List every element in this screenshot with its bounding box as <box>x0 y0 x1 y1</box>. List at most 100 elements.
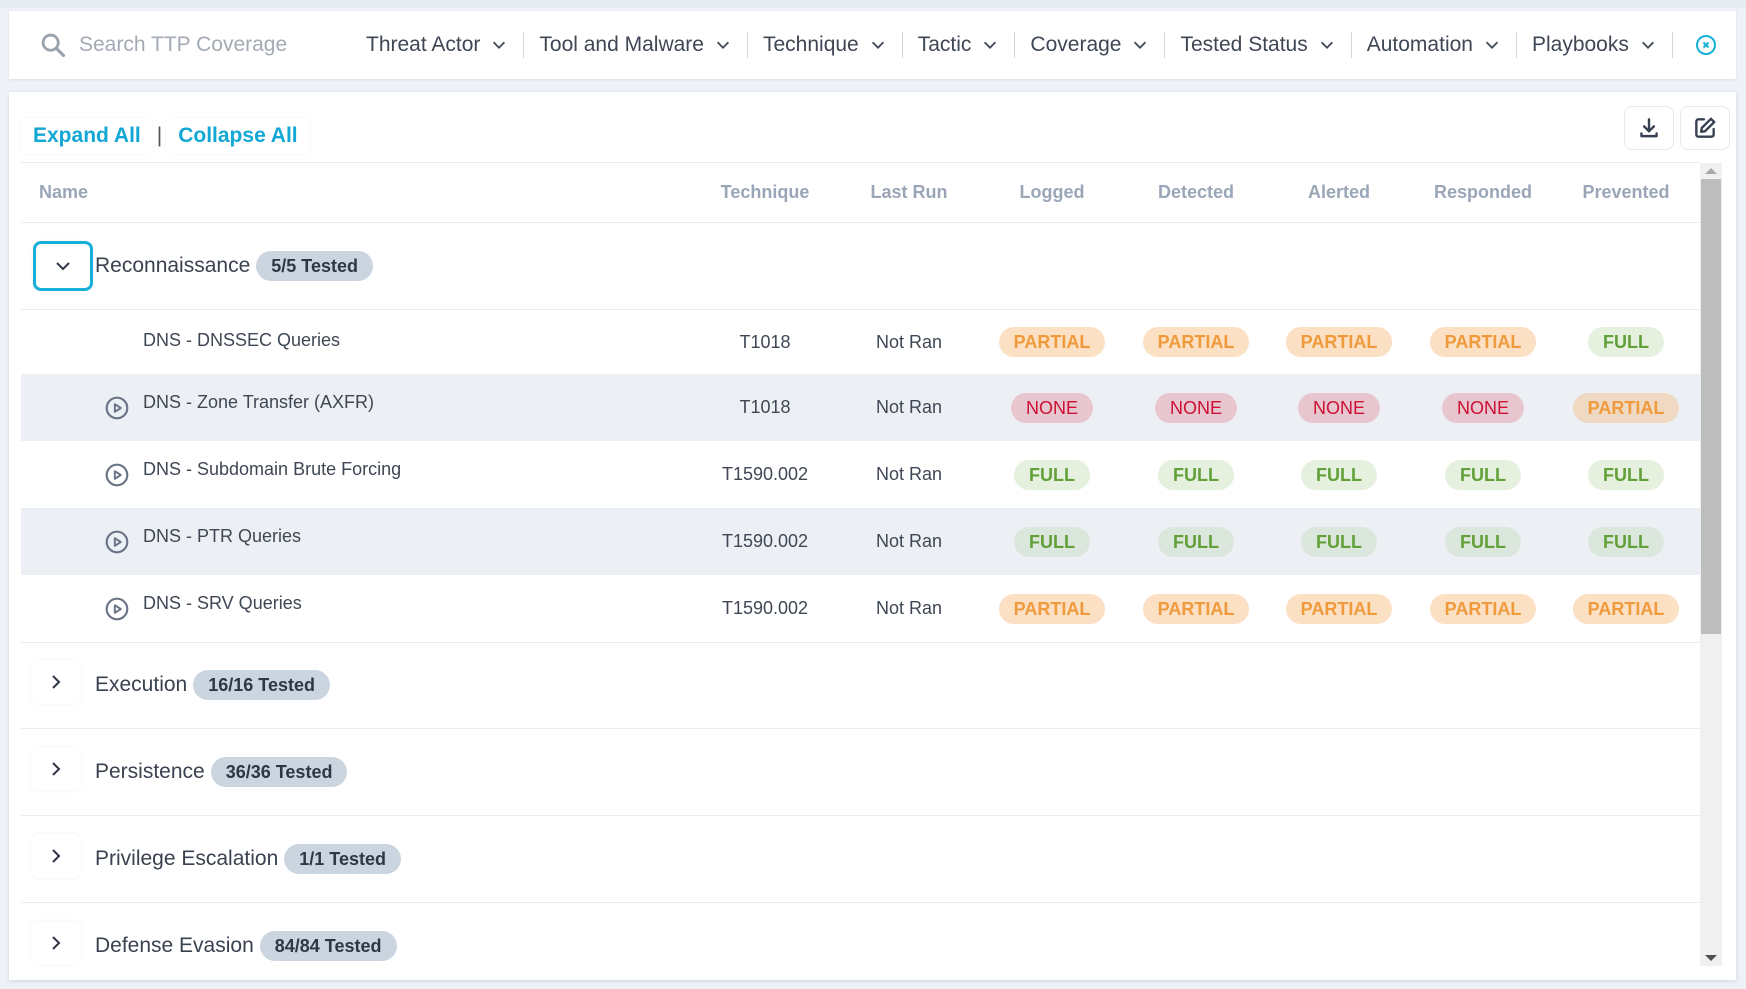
table-row[interactable]: DNS - DNSSEC Queries T1018 Not Ran PARTIAL P… <box>21 310 1700 374</box>
technique-cell-text: T1018 <box>739 331 791 352</box>
chevron-right-icon <box>52 675 61 689</box>
logged-status: NONE <box>992 374 1112 441</box>
search-input[interactable] <box>79 33 339 57</box>
alerted-status: PARTIAL <box>1279 310 1399 374</box>
top-strip <box>0 0 1746 8</box>
table-row[interactable]: DNS - PTR Queries T1590.002 Not Ran FULL FUL… <box>21 508 1700 575</box>
filter-label: Tested Status <box>1180 33 1308 56</box>
chevron-down-icon <box>984 41 997 49</box>
filter-divider <box>746 32 748 58</box>
column-header-detected[interactable]: Detected <box>1136 162 1256 222</box>
coverage-pill: PARTIAL <box>1285 593 1393 624</box>
vertical-scrollbar[interactable] <box>1700 163 1722 966</box>
detected-status: FULL <box>1136 508 1256 575</box>
name-cell: DNS - SRV Queries <box>21 575 681 642</box>
prevented-status: FULL <box>1566 441 1686 508</box>
coverage-pill: PARTIAL <box>1285 327 1393 357</box>
column-header-logged[interactable]: Logged <box>992 162 1112 222</box>
coverage-pill: NONE <box>1010 392 1093 423</box>
coverage-pill: PARTIAL <box>1572 392 1680 423</box>
name-cell: DNS - PTR Queries <box>21 508 681 575</box>
play-circle-icon[interactable] <box>104 395 130 421</box>
filter-coverage[interactable]: Coverage <box>1030 33 1149 57</box>
group-toggle-button[interactable] <box>33 241 93 291</box>
technique-cell: T1018 <box>705 310 825 374</box>
filter-tested-status[interactable]: Tested Status <box>1180 33 1335 57</box>
collapse-all-button[interactable]: Collapse All <box>166 118 309 154</box>
alerted-status: NONE <box>1279 374 1399 441</box>
group-label: Execution 16/16 Tested <box>95 642 330 728</box>
play-circle-icon[interactable] <box>104 529 130 555</box>
group-toggle-button[interactable] <box>31 921 81 965</box>
group-toggle-button[interactable] <box>31 747 81 791</box>
alerted-status: FULL <box>1279 508 1399 575</box>
coverage-pill: PARTIAL <box>1142 593 1250 624</box>
table-header: Name Technique Last Run Logged Detected … <box>21 162 1700 222</box>
technique-cell-text: T1590.002 <box>721 464 809 484</box>
filter-tool-and-malware[interactable]: Tool and Malware <box>539 33 732 57</box>
expand-all-button[interactable]: Expand All <box>21 118 153 154</box>
table-row[interactable]: DNS - Zone Transfer (AXFR) T1018 Not Ran NO… <box>21 374 1700 441</box>
chevron-right-icon <box>52 849 61 863</box>
filter-label: Coverage <box>1030 33 1122 56</box>
group-name: Defense Evasion <box>95 934 254 957</box>
coverage-pill: PARTIAL <box>1142 327 1250 357</box>
coverage-pill: FULL <box>1588 327 1664 357</box>
filter-divider <box>1164 32 1166 58</box>
alerted-status: FULL <box>1279 441 1399 508</box>
coverage-pill: NONE <box>1297 392 1380 423</box>
chevron-down-icon <box>1320 41 1333 49</box>
column-header-last-run[interactable]: Last Run <box>849 162 969 222</box>
alerted-status: PARTIAL <box>1279 575 1399 642</box>
name-cell: DNS - Subdomain Brute Forcing <box>21 441 681 508</box>
chevron-down-icon <box>493 41 506 49</box>
filter-technique[interactable]: Technique <box>763 33 887 57</box>
play-circle-icon[interactable] <box>104 596 130 622</box>
close-circle-icon[interactable] <box>1694 33 1718 57</box>
column-header-prevented[interactable]: Prevented <box>1566 162 1686 222</box>
filter-divider <box>1671 32 1673 58</box>
group-toggle-button[interactable] <box>31 834 81 878</box>
filter-playbooks[interactable]: Playbooks <box>1532 33 1657 57</box>
chevron-down-icon <box>1485 41 1499 49</box>
coverage-pill: FULL <box>1014 526 1090 557</box>
responded-status: PARTIAL <box>1423 575 1543 642</box>
tested-count-badge: 16/16 Tested <box>193 670 330 700</box>
last-run-cell: Not Ran <box>849 575 969 642</box>
table-row[interactable]: DNS - Subdomain Brute Forcing T1590.002 No… <box>21 441 1700 508</box>
last-run-cell-text: Not Ran <box>875 331 943 352</box>
coverage-pill: FULL <box>1588 459 1664 490</box>
technique-name: DNS - DNSSEC Queries <box>143 330 341 350</box>
technique-cell-text: T1590.002 <box>721 598 809 618</box>
chevron-down-icon <box>1134 41 1147 49</box>
detected-status: NONE <box>1136 374 1256 441</box>
coverage-pill: FULL <box>1158 526 1234 557</box>
technique-cell: T1018 <box>705 374 825 441</box>
column-header-name[interactable]: Name <box>39 162 88 222</box>
last-run-cell: Not Ran <box>849 310 969 374</box>
group-name: Persistence <box>95 760 205 783</box>
column-header-responded[interactable]: Responded <box>1423 162 1543 222</box>
filter-automation[interactable]: Automation <box>1367 33 1501 57</box>
logged-status: PARTIAL <box>992 575 1112 642</box>
column-header-alerted[interactable]: Alerted <box>1279 162 1399 222</box>
play-circle-icon[interactable] <box>104 462 130 488</box>
technique-cell: T1590.002 <box>705 575 825 642</box>
filter-threat-actor[interactable]: Threat Actor <box>366 33 508 57</box>
download-button[interactable] <box>1624 106 1674 150</box>
group-row-execution: Execution 16/16 Tested <box>21 642 1700 728</box>
last-run-cell-text: Not Ran <box>875 531 943 551</box>
scroll-down-arrow[interactable] <box>1705 955 1717 961</box>
scroll-up-arrow[interactable] <box>1705 168 1717 174</box>
coverage-pill: FULL <box>1445 459 1521 490</box>
edit-button[interactable] <box>1680 106 1730 150</box>
coverage-pill: NONE <box>1154 392 1237 423</box>
scroll-thumb[interactable] <box>1701 179 1721 634</box>
filter-tactic[interactable]: Tactic <box>918 33 1000 57</box>
column-header-technique[interactable]: Technique <box>705 162 825 222</box>
coverage-pill: PARTIAL <box>998 327 1106 357</box>
chevron-right-icon <box>52 936 61 950</box>
group-name: Reconnaissance <box>95 254 251 277</box>
group-toggle-button[interactable] <box>31 660 81 704</box>
table-row[interactable]: DNS - SRV Queries T1590.002 Not Ran PARTIAL… <box>21 575 1700 642</box>
